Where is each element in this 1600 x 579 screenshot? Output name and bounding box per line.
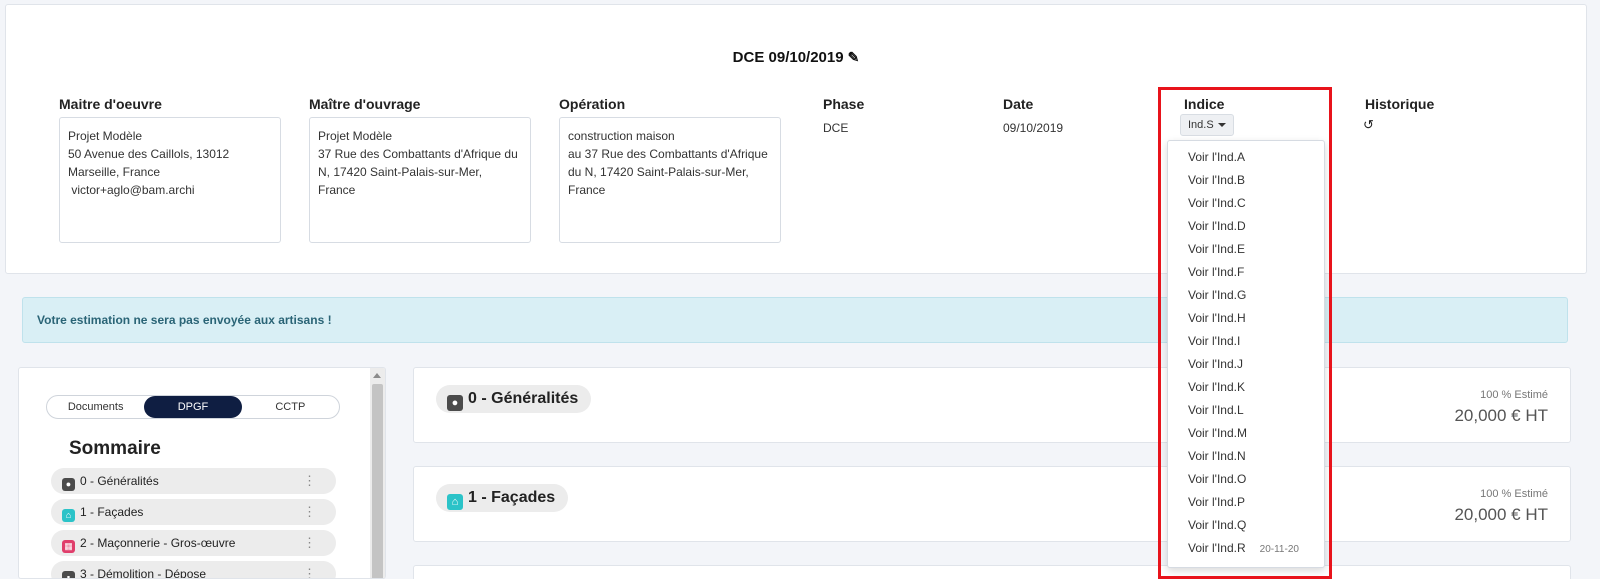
address-line: victor+aglo@bam.archi: [68, 183, 195, 197]
operation-box: construction maison au 37 Rue des Combat…: [559, 117, 781, 243]
chat-icon: ●: [447, 395, 463, 411]
tab-cctp[interactable]: CCTP: [242, 396, 339, 418]
sommaire-panel: Documents DPGF CCTP Sommaire ● 0 - Généra…: [18, 367, 386, 579]
sommaire-item-demolition[interactable]: ▪ 3 - Démolition - Dépose ⋮: [51, 561, 336, 579]
operation-label: Opération: [559, 96, 626, 112]
dropdown-item-ind-d[interactable]: Voir l'Ind.D: [1188, 219, 1246, 233]
bricks-icon: ▦: [62, 540, 75, 553]
section-card-facades: ⌂ 1 - Façades 100 % Estimé 20,000 € HT: [413, 466, 1571, 542]
scroll-up-arrow-icon[interactable]: [373, 373, 381, 378]
dropdown-item-ind-c[interactable]: Voir l'Ind.C: [1188, 196, 1246, 210]
indice-label: Indice: [1184, 96, 1225, 112]
sommaire-scrollbar[interactable]: [370, 368, 385, 578]
phase-value: DCE: [823, 121, 849, 135]
phase-label: Phase: [823, 96, 865, 112]
address-line: construction maison: [568, 129, 675, 143]
sommaire-item-label: 2 - Maçonnerie - Gros-œuvre: [80, 536, 236, 550]
section-title-pill[interactable]: ⌂ 1 - Façades: [436, 484, 569, 512]
dropdown-item-ind-h[interactable]: Voir l'Ind.H: [1188, 311, 1246, 325]
sommaire-title: Sommaire: [69, 438, 161, 459]
kebab-menu-icon[interactable]: ⋮: [303, 499, 316, 525]
kebab-menu-icon[interactable]: ⋮: [303, 530, 316, 556]
sommaire-item-label: 0 - Généralités: [80, 474, 159, 488]
dropdown-item-ind-o[interactable]: Voir l'Ind.O: [1188, 472, 1246, 486]
document-header-card: DCE 09/10/2019 ✎ Maitre d'oeuvre Projet M…: [5, 4, 1587, 274]
maitre-ouvrage-label: Maître d'ouvrage: [309, 96, 421, 112]
section-amount: 20,000 € HT: [1454, 505, 1548, 524]
maitre-oeuvre-box: Projet Modèle 50 Avenue des Caillols, 13…: [59, 117, 281, 243]
address-line: Projet Modèle: [318, 129, 393, 143]
caret-down-icon: [1217, 123, 1226, 128]
dropdown-item-ind-r[interactable]: Voir l'Ind.R 20-11-20: [1188, 541, 1299, 555]
indice-value: Ind.S: [1188, 119, 1214, 131]
dropdown-item-ind-b[interactable]: Voir l'Ind.B: [1188, 173, 1245, 187]
address-line: France: [568, 183, 606, 197]
date-label: Date: [1003, 96, 1034, 112]
sommaire-item-maconnerie[interactable]: ▦ 2 - Maçonnerie - Gros-œuvre ⋮: [51, 530, 336, 556]
dropdown-item-ind-m[interactable]: Voir l'Ind.M: [1188, 426, 1247, 440]
dropdown-item-label: Voir l'Ind.R: [1188, 541, 1246, 555]
dropdown-item-ind-i[interactable]: Voir l'Ind.I: [1188, 334, 1240, 348]
address-line: 50 Avenue des Caillols, 13012: [68, 147, 230, 161]
address-line: 37 Rue des Combattants d'Afrique du: [318, 147, 518, 161]
date-value: 09/10/2019: [1003, 121, 1064, 135]
address-line: au 37 Rue des Combattants d'Afrique: [568, 147, 768, 161]
sommaire-item-label: 3 - Démolition - Dépose: [80, 567, 207, 579]
kebab-menu-icon[interactable]: ⋮: [303, 468, 316, 494]
address-line: N, 17420 Saint-Palais-sur-Mer,: [318, 165, 483, 179]
scrollbar-thumb[interactable]: [372, 384, 383, 578]
section-title-pill[interactable]: ● 0 - Généralités: [436, 385, 592, 413]
section-estimate: 100 % Estimé: [1480, 488, 1548, 500]
dropdown-item-ind-e[interactable]: Voir l'Ind.E: [1188, 242, 1245, 256]
dropdown-item-ind-k[interactable]: Voir l'Ind.K: [1188, 380, 1245, 394]
kebab-menu-icon[interactable]: ⋮: [303, 561, 316, 578]
document-title-text: DCE 09/10/2019: [732, 49, 844, 66]
maitre-oeuvre-label: Maitre d'oeuvre: [59, 96, 162, 112]
address-line: Projet Modèle: [68, 129, 143, 143]
sommaire-item-facades[interactable]: ⌂ 1 - Façades ⋮: [51, 499, 336, 525]
dropdown-item-ind-l[interactable]: Voir l'Ind.L: [1188, 403, 1244, 417]
address-line: France: [318, 183, 356, 197]
indice-dropdown-button[interactable]: Ind.S: [1180, 114, 1234, 136]
dropdown-item-ind-n[interactable]: Voir l'Ind.N: [1188, 449, 1246, 463]
house-icon: ⌂: [447, 494, 463, 510]
pencil-icon[interactable]: ✎: [848, 49, 860, 65]
view-tabs: Documents DPGF CCTP: [46, 395, 340, 419]
document-title: DCE 09/10/2019 ✎: [6, 49, 1586, 66]
maitre-ouvrage-box: Projet Modèle 37 Rue des Combattants d'A…: [309, 117, 531, 243]
hammer-icon: ▪: [62, 571, 75, 578]
indice-dropdown-menu: Voir l'Ind.A Voir l'Ind.B Voir l'Ind.C V…: [1167, 140, 1325, 568]
dropdown-item-ind-j[interactable]: Voir l'Ind.J: [1188, 357, 1243, 371]
section-amount: 20,000 € HT: [1454, 406, 1548, 425]
dropdown-item-ind-g[interactable]: Voir l'Ind.G: [1188, 288, 1246, 302]
dropdown-item-ind-f[interactable]: Voir l'Ind.F: [1188, 265, 1244, 279]
sommaire-item-generalites[interactable]: ● 0 - Généralités ⋮: [51, 468, 336, 494]
section-card-generalites: ● 0 - Généralités 100 % Estimé 20,000 € H…: [413, 367, 1571, 443]
dropdown-item-date: 20-11-20: [1259, 544, 1299, 555]
dropdown-item-ind-a[interactable]: Voir l'Ind.A: [1188, 150, 1245, 164]
section-card-next: [413, 565, 1571, 579]
dropdown-item-ind-p[interactable]: Voir l'Ind.P: [1188, 495, 1245, 509]
tab-dpgf[interactable]: DPGF: [144, 396, 242, 418]
estimation-alert: Votre estimation ne sera pas envoyée aux…: [22, 297, 1568, 343]
section-estimate: 100 % Estimé: [1480, 389, 1548, 401]
dropdown-item-ind-q[interactable]: Voir l'Ind.Q: [1188, 518, 1246, 532]
tab-documents[interactable]: Documents: [47, 396, 144, 418]
house-icon: ⌂: [62, 509, 75, 522]
section-title: 0 - Généralités: [468, 390, 579, 407]
chat-icon: ●: [62, 478, 75, 491]
address-line: du N, 17420 Saint-Palais-sur-Mer,: [568, 165, 749, 179]
historique-label: Historique: [1365, 96, 1435, 112]
history-icon[interactable]: ↺: [1363, 117, 1374, 133]
address-line: Marseille, France: [68, 165, 161, 179]
sommaire-item-label: 1 - Façades: [80, 505, 144, 519]
section-title: 1 - Façades: [468, 489, 556, 506]
